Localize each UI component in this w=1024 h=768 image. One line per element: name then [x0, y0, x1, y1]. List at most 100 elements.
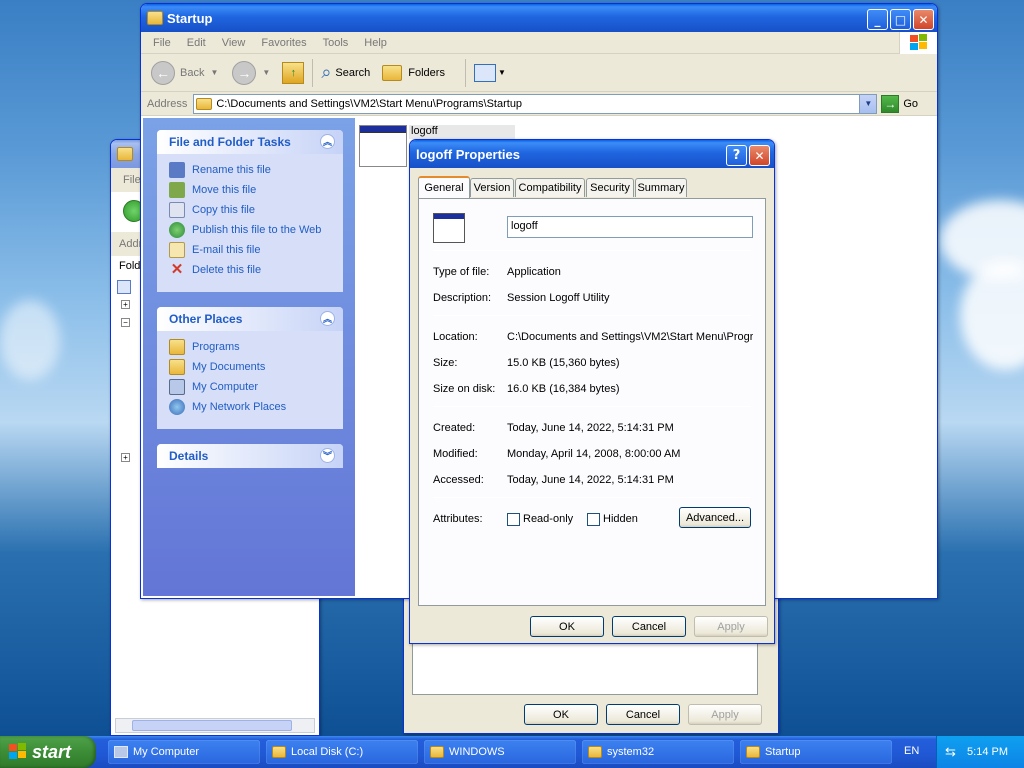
- tree-expand-icon[interactable]: +: [121, 300, 130, 309]
- search-button[interactable]: Search: [335, 67, 370, 79]
- address-dropdown-icon[interactable]: ▼: [859, 94, 877, 113]
- task-label: E-mail this file: [192, 244, 261, 256]
- help-button[interactable]: ?: [726, 145, 747, 166]
- back-dropdown-icon[interactable]: ▼: [210, 68, 218, 77]
- horizontal-scrollbar[interactable]: [115, 718, 315, 733]
- task-delete[interactable]: ✕ Delete this file: [157, 260, 343, 280]
- application-icon: [433, 213, 465, 243]
- address-value: C:\Documents and Settings\VM2\Start Menu…: [216, 97, 523, 110]
- task-publish[interactable]: Publish this file to the Web: [157, 220, 343, 240]
- windows-flag-icon: [9, 743, 26, 759]
- other-places-header[interactable]: Other Places ︽: [157, 307, 343, 331]
- logoff-properties-dialog[interactable]: logoff Properties ? ✕ General Version Co…: [409, 139, 775, 644]
- taskbar-item-label: Startup: [765, 746, 801, 758]
- logoff-file-icon[interactable]: [359, 125, 407, 167]
- close-button[interactable]: ✕: [913, 9, 934, 30]
- tab-compatibility[interactable]: Compatibility: [515, 178, 585, 197]
- hidden-label[interactable]: Hidden: [603, 513, 638, 525]
- back-button-label[interactable]: Back: [180, 67, 204, 79]
- tab-security[interactable]: Security: [586, 178, 634, 197]
- panel-title: Details: [169, 449, 209, 463]
- cancel-button[interactable]: Cancel: [612, 616, 686, 637]
- expand-chevron-icon[interactable]: ︾: [320, 448, 335, 463]
- folder-icon: [196, 97, 213, 110]
- read-only-label[interactable]: Read-only: [523, 513, 573, 525]
- accessed-value: Today, June 14, 2022, 5:14:31 PM: [507, 474, 674, 486]
- location-label: Location:: [433, 331, 478, 343]
- task-move[interactable]: Move this file: [157, 180, 343, 200]
- attributes-label: Attributes:: [433, 513, 483, 525]
- apply-button[interactable]: Apply: [694, 616, 768, 637]
- task-email[interactable]: E-mail this file: [157, 240, 343, 260]
- language-indicator[interactable]: EN: [904, 745, 919, 757]
- rename-icon: [169, 162, 185, 178]
- taskbar-item-startup[interactable]: Startup: [740, 740, 892, 764]
- menu-help[interactable]: Help: [356, 37, 395, 49]
- minimize-button[interactable]: _: [867, 9, 888, 30]
- task-label: Publish this file to the Web: [192, 224, 322, 236]
- menu-favorites[interactable]: Favorites: [253, 37, 314, 49]
- background-ok-button[interactable]: OK: [524, 704, 598, 725]
- back-arrow-icon[interactable]: ←: [151, 60, 175, 85]
- ok-button[interactable]: OK: [530, 616, 604, 637]
- folders-button[interactable]: Folders: [408, 67, 445, 79]
- tab-summary[interactable]: Summary: [635, 178, 687, 197]
- background-cancel-button[interactable]: Cancel: [606, 704, 680, 725]
- explorer-titlebar[interactable]: Startup _ □ ✕: [141, 4, 937, 32]
- task-rename[interactable]: Rename this file: [157, 160, 343, 180]
- folders-icon[interactable]: [382, 64, 403, 81]
- other-places-panel: Other Places ︽ Programs My Documents My C…: [157, 307, 343, 429]
- go-button[interactable]: Go: [903, 98, 918, 110]
- collapse-chevron-icon[interactable]: ︽: [320, 311, 335, 326]
- network-tray-icon[interactable]: ⇆: [945, 744, 956, 760]
- dialog-close-button[interactable]: ✕: [749, 145, 770, 166]
- file-name-input[interactable]: logoff: [507, 216, 753, 238]
- task-label: Copy this file: [192, 204, 255, 216]
- address-input[interactable]: C:\Documents and Settings\VM2\Start Menu…: [193, 93, 878, 114]
- scrollbar-thumb[interactable]: [132, 720, 292, 731]
- taskbar-item-system32[interactable]: system32: [582, 740, 734, 764]
- file-folder-tasks-header[interactable]: File and Folder Tasks ︽: [157, 130, 343, 154]
- details-header[interactable]: Details ︾: [157, 444, 343, 468]
- background-apply-button[interactable]: Apply: [688, 704, 762, 725]
- place-my-computer[interactable]: My Computer: [157, 377, 343, 397]
- folder-icon: [272, 746, 286, 758]
- task-label: Rename this file: [192, 164, 271, 176]
- file-name-label[interactable]: logoff: [409, 125, 515, 139]
- views-icon[interactable]: [473, 63, 496, 82]
- task-copy[interactable]: Copy this file: [157, 200, 343, 220]
- views-dropdown-icon[interactable]: ▼: [498, 68, 506, 77]
- forward-arrow-icon[interactable]: →: [232, 60, 257, 85]
- forward-dropdown-icon[interactable]: ▼: [262, 68, 270, 77]
- menu-file[interactable]: File: [145, 37, 179, 49]
- menu-tools[interactable]: Tools: [315, 37, 357, 49]
- tab-general[interactable]: General: [418, 176, 470, 198]
- maximize-button[interactable]: □: [890, 9, 911, 30]
- taskbar-item-local-disk[interactable]: Local Disk (C:): [266, 740, 418, 764]
- collapse-chevron-icon[interactable]: ︽: [320, 134, 335, 149]
- type-value: Application: [507, 266, 561, 278]
- up-folder-icon[interactable]: ↑: [282, 61, 305, 84]
- menu-edit[interactable]: Edit: [179, 37, 214, 49]
- taskbar-item-windows[interactable]: WINDOWS: [424, 740, 576, 764]
- place-label: My Network Places: [192, 401, 287, 413]
- menu-view[interactable]: View: [214, 37, 254, 49]
- place-my-documents[interactable]: My Documents: [157, 357, 343, 377]
- place-programs[interactable]: Programs: [157, 337, 343, 357]
- task-pane: File and Folder Tasks ︽ Rename this file …: [143, 118, 355, 596]
- go-arrow-icon[interactable]: →: [881, 94, 900, 113]
- desktop-tree-icon[interactable]: [117, 280, 131, 294]
- taskbar-item-my-computer[interactable]: My Computer: [108, 740, 260, 764]
- place-network[interactable]: My Network Places: [157, 397, 343, 417]
- hidden-checkbox[interactable]: [587, 513, 600, 526]
- read-only-checkbox[interactable]: [507, 513, 520, 526]
- search-icon[interactable]: ⌕: [321, 62, 331, 83]
- system-tray: ⇆ 5:14 PM: [936, 736, 1024, 768]
- clock[interactable]: 5:14 PM: [967, 746, 1008, 758]
- tree-collapse-icon[interactable]: −: [121, 318, 130, 327]
- dialog-titlebar[interactable]: logoff Properties ? ✕: [410, 140, 774, 168]
- tree-expand-icon[interactable]: +: [121, 453, 130, 462]
- tab-version[interactable]: Version: [470, 178, 514, 197]
- advanced-button[interactable]: Advanced...: [679, 507, 751, 528]
- start-button[interactable]: start: [0, 736, 96, 768]
